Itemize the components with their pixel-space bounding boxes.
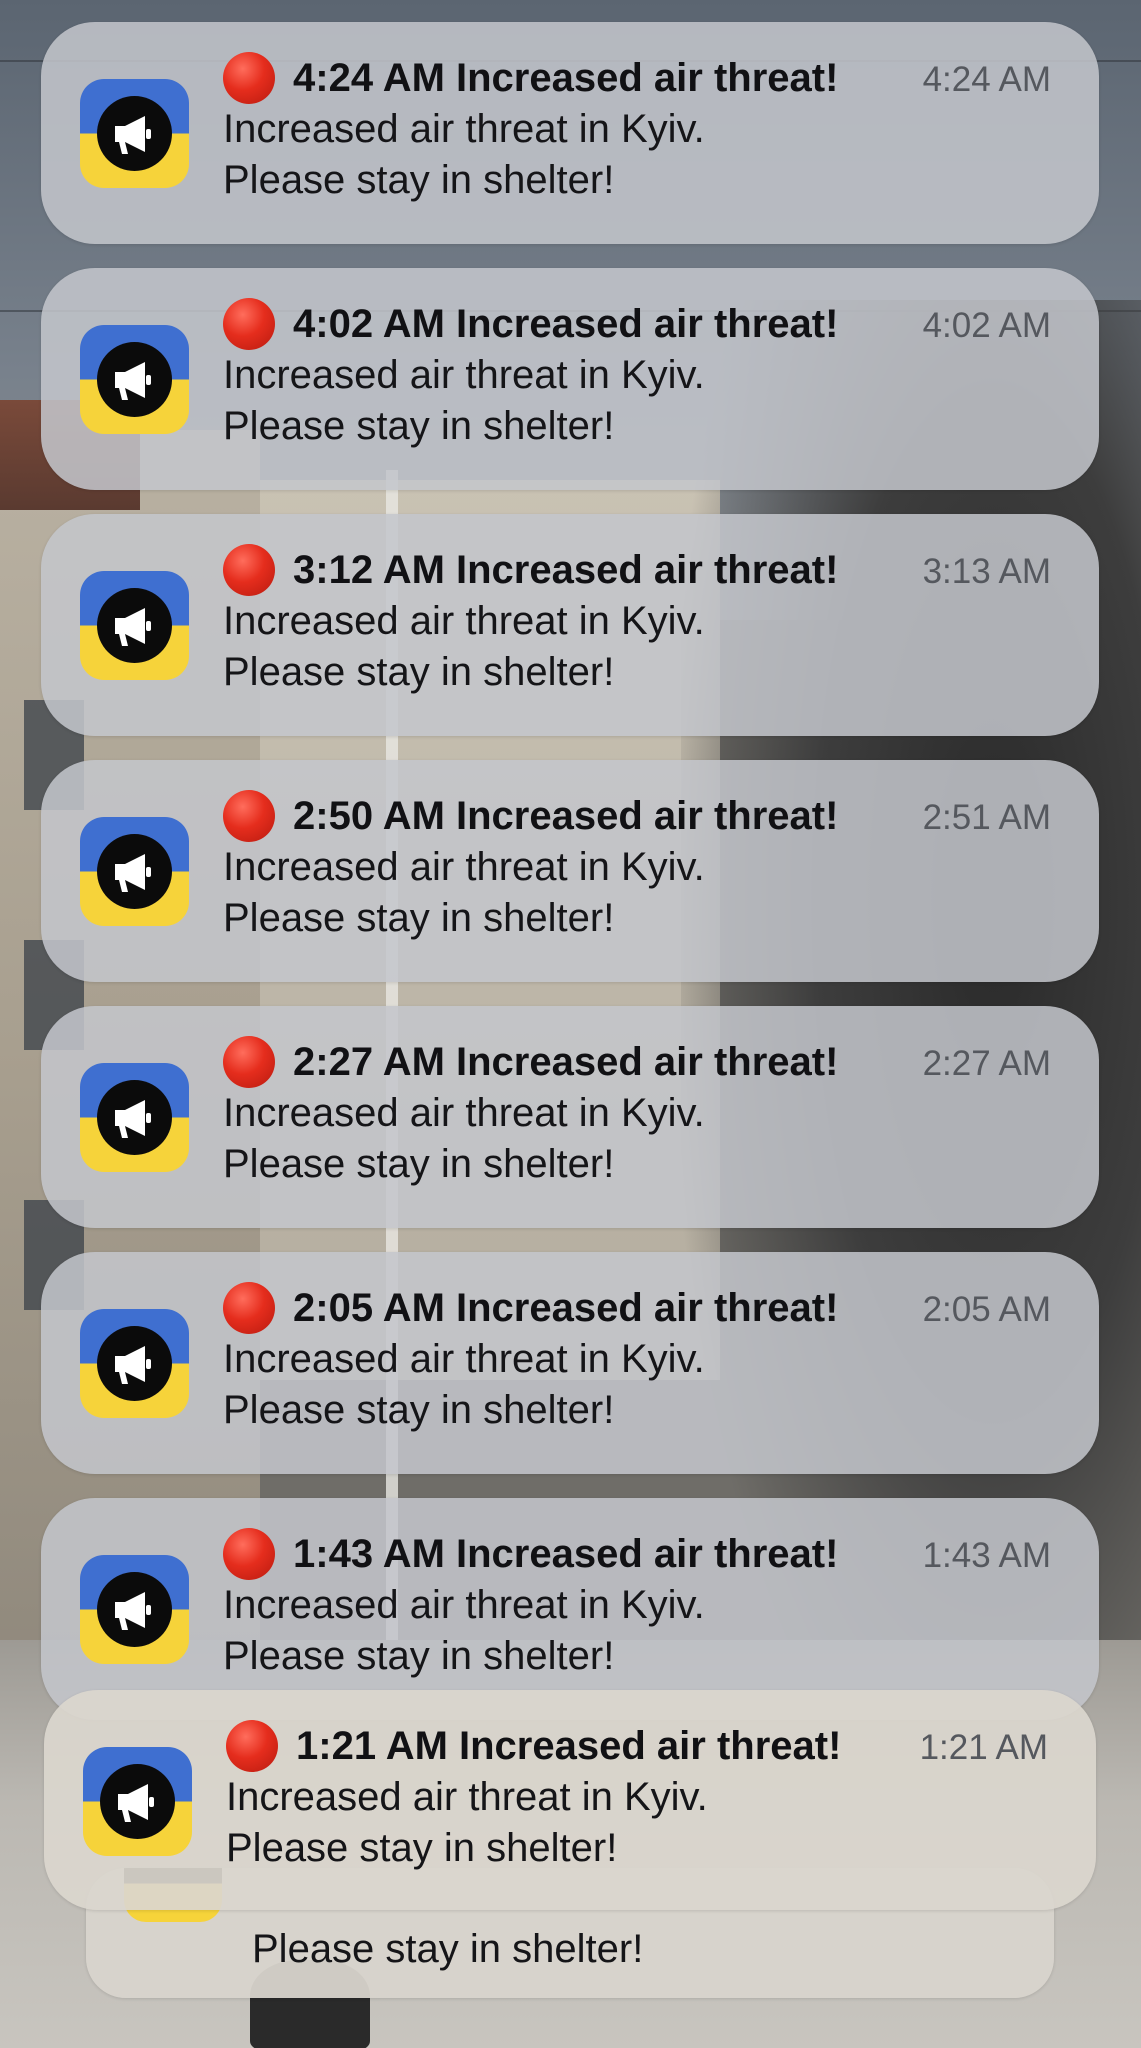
megaphone-icon [115, 608, 151, 646]
notification-title: 4:24 AM Increased air threat! [293, 56, 839, 100]
notification-card[interactable]: 1:43 AM Increased air threat! 1:43 AM In… [41, 1498, 1099, 1720]
notification-card[interactable]: 1:21 AM Increased air threat! 1:21 AM In… [44, 1690, 1096, 1910]
app-icon [83, 1747, 192, 1856]
notification-body-line: Increased air threat in Kyiv. [223, 353, 705, 397]
notification-time: 2:27 AM [922, 1044, 1051, 1083]
notification-time: 4:24 AM [922, 60, 1051, 99]
notification-body-line: Increased air threat in Kyiv. [223, 1583, 705, 1627]
notification-body-line: Increased air threat in Kyiv. [223, 845, 705, 889]
notification-card[interactable]: 3:12 AM Increased air threat! 3:13 AM In… [41, 514, 1099, 736]
app-icon [80, 1555, 189, 1664]
notification-body-line: Please stay in shelter! [223, 896, 615, 940]
notification-body-line: Increased air threat in Kyiv. [223, 107, 705, 151]
notification-stack: Please stay in shelter! 4:24 AM Increase… [0, 0, 1141, 2048]
app-icon [80, 817, 189, 926]
notification-title: 1:43 AM Increased air threat! [293, 1532, 839, 1576]
red-circle-icon [223, 52, 275, 104]
notification-body-line: Please stay in shelter! [223, 404, 615, 448]
notification-time: 2:51 AM [922, 798, 1051, 837]
app-icon [80, 571, 189, 680]
app-icon [80, 1309, 189, 1418]
notification-time: 1:43 AM [922, 1536, 1051, 1575]
megaphone-icon [115, 1592, 151, 1630]
notification-body-line: Please stay in shelter! [223, 650, 615, 694]
notification-card[interactable]: 2:27 AM Increased air threat! 2:27 AM In… [41, 1006, 1099, 1228]
megaphone-icon [115, 1346, 151, 1384]
notification-time: 1:21 AM [919, 1728, 1048, 1767]
red-circle-icon [223, 790, 275, 842]
notification-body-line: Increased air threat in Kyiv. [223, 1337, 705, 1381]
red-circle-icon [223, 1528, 275, 1580]
notification-title: 1:21 AM Increased air threat! [296, 1724, 842, 1768]
notification-body-line: Increased air threat in Kyiv. [223, 1091, 705, 1135]
notification-title: 2:27 AM Increased air threat! [293, 1040, 839, 1084]
notification-time: 2:05 AM [922, 1290, 1051, 1329]
notification-body-line: Please stay in shelter! [226, 1826, 618, 1870]
megaphone-icon [115, 1100, 151, 1138]
notification-time: 3:13 AM [922, 552, 1051, 591]
notification-body-line: Increased air threat in Kyiv. [223, 599, 705, 643]
notification-body-line: Please stay in shelter! [252, 1927, 644, 1971]
red-circle-icon [223, 544, 275, 596]
red-circle-icon [223, 1282, 275, 1334]
notification-body-line: Please stay in shelter! [223, 158, 615, 202]
notification-card[interactable]: 4:24 AM Increased air threat! 4:24 AM In… [41, 22, 1099, 244]
notification-title: 2:50 AM Increased air threat! [293, 794, 839, 838]
notification-title: 3:12 AM Increased air threat! [293, 548, 839, 592]
megaphone-icon [115, 362, 151, 400]
app-icon [80, 325, 189, 434]
notification-time: 4:02 AM [922, 306, 1051, 345]
red-circle-icon [223, 1036, 275, 1088]
notification-body-line: Please stay in shelter! [223, 1634, 615, 1678]
notification-body-line: Please stay in shelter! [223, 1142, 615, 1186]
notification-body-line: Increased air threat in Kyiv. [226, 1775, 708, 1819]
megaphone-icon [118, 1784, 154, 1822]
notification-card[interactable]: 2:50 AM Increased air threat! 2:51 AM In… [41, 760, 1099, 982]
notification-body-line: Please stay in shelter! [223, 1388, 615, 1432]
app-icon [80, 79, 189, 188]
app-icon [80, 1063, 189, 1172]
notification-title: 2:05 AM Increased air threat! [293, 1286, 839, 1330]
notification-title: 4:02 AM Increased air threat! [293, 302, 839, 346]
notification-card[interactable]: 2:05 AM Increased air threat! 2:05 AM In… [41, 1252, 1099, 1474]
megaphone-icon [115, 854, 151, 892]
red-circle-icon [223, 298, 275, 350]
megaphone-icon [115, 116, 151, 154]
notification-card[interactable]: 4:02 AM Increased air threat! 4:02 AM In… [41, 268, 1099, 490]
red-circle-icon [226, 1720, 278, 1772]
